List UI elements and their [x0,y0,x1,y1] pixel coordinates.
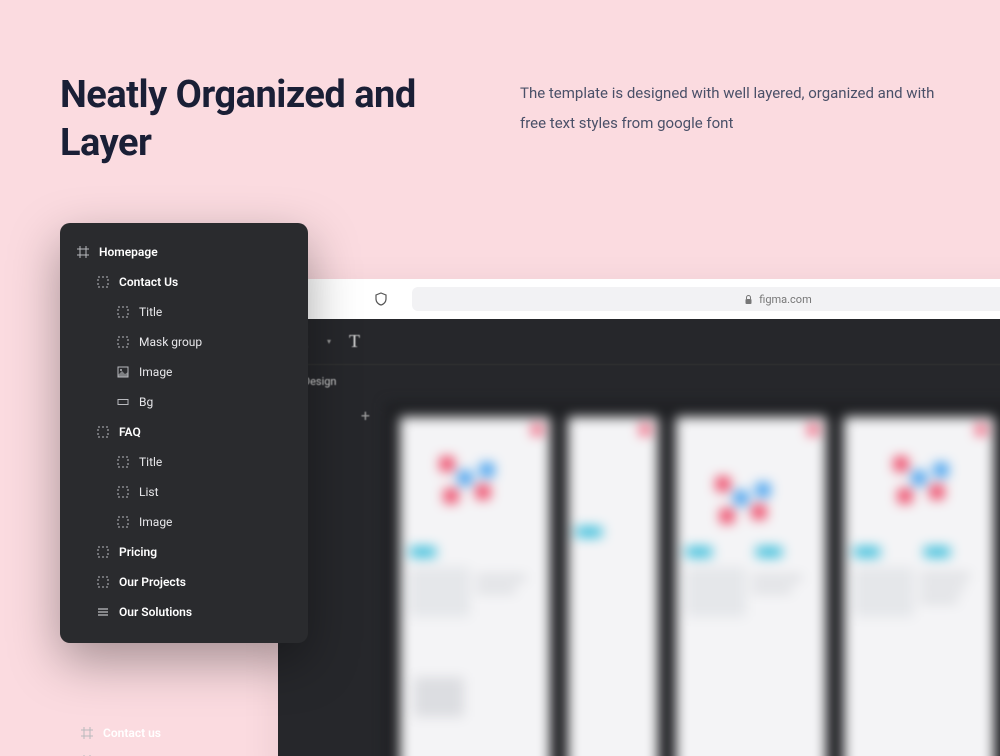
url-text: figma.com [759,293,811,306]
marketing-header: Neatly Organized and Layer The template … [60,72,940,167]
layer-label: Homepage [99,245,158,259]
image-icon [116,366,129,379]
layer-label: Bg [139,395,153,409]
group-icon [96,546,109,559]
address-bar[interactable]: figma.com [412,287,1000,311]
group-icon [96,576,109,589]
group-icon [116,336,129,349]
lock-icon [744,295,753,304]
layer-row[interactable]: Image [60,357,308,387]
layer-label: Image [139,515,172,529]
layer-row[interactable]: Image [60,507,308,537]
group-icon [96,276,109,289]
layer-label: FAQ [119,425,141,439]
layer-row[interactable]: Title [60,447,308,477]
artboard[interactable] [844,417,994,756]
shield-icon [374,292,388,306]
group-icon [96,426,109,439]
layer-row[interactable]: Mask group [60,327,308,357]
layer-label: List [139,485,159,499]
page-subtitle: The template is designed with well layer… [520,72,940,167]
layer-row[interactable]: Pricing [60,537,308,567]
page-title: Neatly Organized and Layer [60,72,460,167]
layer-row[interactable]: Our Solutions [60,597,308,627]
layers-panel-overflow: Contact us Pricing [76,724,296,756]
artboard[interactable] [568,417,658,756]
layer-row[interactable]: Contact Us [60,267,308,297]
group-icon [116,456,129,469]
layer-label: Contact Us [119,275,178,289]
layer-row[interactable]: FAQ [60,417,308,447]
layers-panel: Homepage Contact Us Title Mask group Ima… [60,223,308,643]
layer-row[interactable]: Our Projects [60,567,308,597]
list-icon [96,606,109,619]
layer-label: Title [139,455,162,469]
layer-row[interactable]: List [60,477,308,507]
group-icon [116,306,129,319]
layer-label: Image [139,365,172,379]
figma-canvas[interactable] [386,403,1000,756]
figma-app: ▾ T ●●●●●●●●●●● ●●●● ●●●● UI Design + [278,319,1000,756]
layer-label: Pricing [119,545,157,559]
add-page-icon[interactable]: + [361,406,370,425]
layer-label: Mask group [139,335,202,349]
group-icon [116,516,129,529]
layer-row[interactable]: Homepage [60,237,308,267]
layer-row[interactable]: Contact us [76,724,296,742]
layer-row[interactable]: Pricing [76,752,296,756]
browser-toolbar: figma.com [278,279,1000,319]
browser-window: figma.com ▾ T ●●●●●●●●●●● ●●●● ●●●● UI D… [278,279,1000,756]
layer-label: Our Projects [119,575,186,589]
layer-row[interactable]: Title [60,297,308,327]
artboard[interactable] [400,417,550,756]
layer-label: Contact us [103,726,161,740]
layer-label: Title [139,305,162,319]
group-icon [116,486,129,499]
frame-icon [76,246,89,259]
figma-toolbar: ▾ T ●●●●●●●●●●● ●●●● ●●●● [278,319,1000,365]
layer-label: Our Solutions [119,605,192,619]
text-tool-icon[interactable]: T [349,331,360,352]
rect-icon [116,396,129,409]
layer-row[interactable]: Bg [60,387,308,417]
artboard[interactable] [676,417,826,756]
frame-icon [80,727,93,740]
